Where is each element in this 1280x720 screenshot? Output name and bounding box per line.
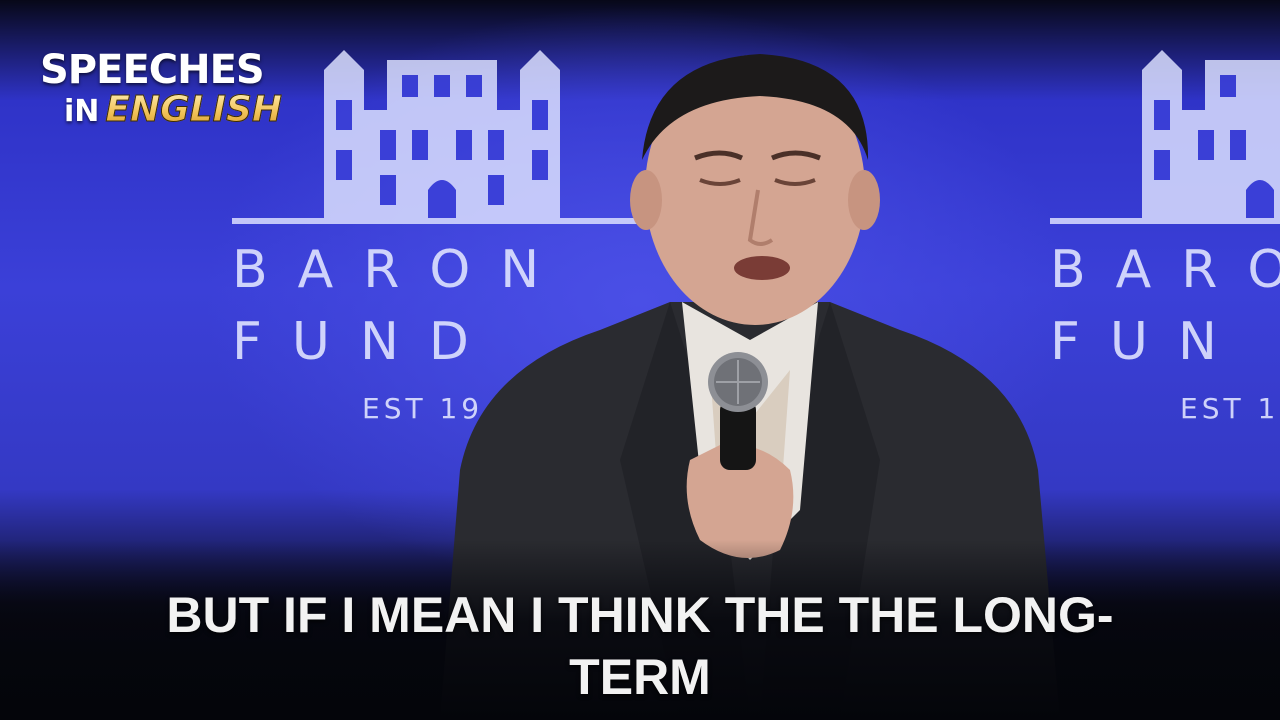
- sponsor-backdrop-right: BARO FUN EST 19: [1050, 30, 1280, 425]
- logo-english-text: ENGLISH: [105, 89, 283, 130]
- castle-emblem-icon: [1050, 50, 1280, 224]
- subtitle-caption: BUT IF I MEAN I THINK THE THE LONG- TERM: [90, 584, 1190, 708]
- video-frame: BARON FUND EST 19 BARO FUN EST 19: [0, 0, 1280, 720]
- logo-line-english: iN ENGLISH: [40, 89, 283, 130]
- subtitle-line-2: TERM: [569, 649, 711, 705]
- sponsor-word-baron-right: BARO: [1050, 240, 1280, 300]
- logo-line-speeches: SPEECHES: [40, 47, 265, 93]
- sponsor-word-fund-right: FUN: [1050, 312, 1247, 372]
- channel-logo: SPEECHES iN ENGLISH: [40, 47, 283, 130]
- logo-in-text: iN: [64, 94, 100, 129]
- sponsor-est-right: EST 19: [1180, 392, 1280, 425]
- subtitle-line-1: BUT IF I MEAN I THINK THE THE LONG-: [166, 587, 1114, 643]
